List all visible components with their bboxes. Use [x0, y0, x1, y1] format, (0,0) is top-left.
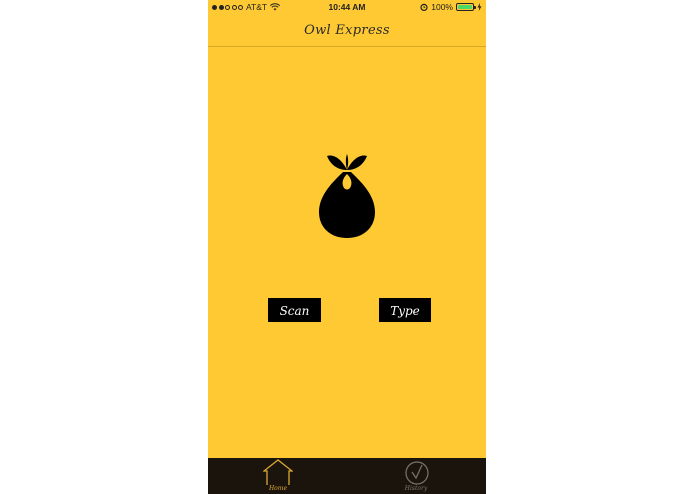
app-screen: AT&T 10:44 AM 100% Owl Express Scan Type… [208, 0, 486, 494]
tab-home[interactable]: Home [248, 458, 308, 494]
history-icon [405, 461, 429, 485]
sack-icon [319, 154, 375, 238]
type-button[interactable]: Type [379, 298, 431, 322]
tab-home-label: Home [268, 485, 288, 492]
status-right: 100% [420, 2, 482, 12]
tab-history[interactable]: History [386, 458, 446, 494]
battery-icon [456, 3, 476, 11]
scan-button[interactable]: Scan [268, 298, 321, 322]
battery-percent: 100% [431, 2, 453, 12]
home-icon [263, 459, 293, 485]
alarm-clock-icon [420, 3, 428, 11]
tab-bar: Home History [208, 458, 486, 494]
charging-bolt-icon [477, 3, 482, 11]
page-title: Owl Express [304, 23, 390, 38]
navigation-bar: Owl Express [208, 14, 486, 47]
status-bar: AT&T 10:44 AM 100% [208, 0, 486, 14]
tab-history-label: History [404, 485, 428, 492]
